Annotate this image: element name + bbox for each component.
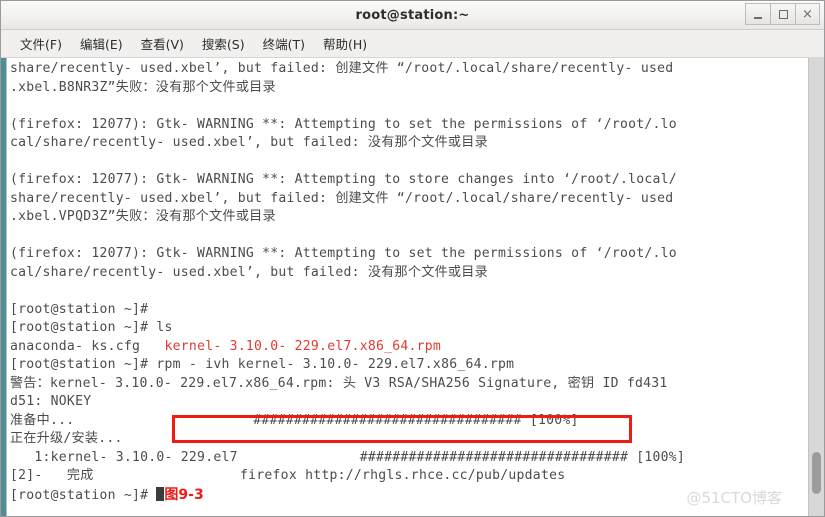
terminal-line: cal/share/recently- used.xbel’, but fail… (10, 135, 488, 150)
terminal-line: cal/share/recently- used.xbel’, but fail… (10, 264, 488, 280)
terminal-scrollbar[interactable] (808, 58, 824, 516)
figure-caption: 图9-3 (164, 486, 204, 503)
terminal-line: 正在升级/安装... (10, 431, 123, 446)
screenshot-root: root@station:~ × 文件(F) 编辑(E) 查看(V) 搜索(S)… (0, 0, 825, 517)
terminal-line: (firefox: 12077): Gtk- WARNING **: Attem… (10, 116, 677, 132)
maximize-icon (778, 9, 788, 19)
watermark: @51CTO博客 (686, 489, 782, 507)
terminal-ls-result-line: anaconda- ks.cfg kernel- 3.10.0- 229.el7… (10, 338, 808, 357)
scrollbar-thumb[interactable] (812, 452, 821, 494)
ls-rpm-entry: kernel- 3.10.0- 229.el7.x86_64.rpm (164, 338, 442, 354)
rpm-install-command: rpm - ivh kernel- 3.10.0- 229.el7.x86_64… (156, 357, 515, 372)
close-button[interactable]: × (795, 3, 820, 25)
terminal-rpm-command-line: [root@station ~]# rpm - ivh kernel- 3.10… (10, 356, 808, 375)
menu-item-edit[interactable]: 编辑(E) (71, 32, 132, 55)
window-titlebar[interactable]: root@station:~ × (1, 1, 824, 30)
terminal-line: share/recently- used.xbel’, but failed: … (10, 190, 674, 206)
menu-item-search[interactable]: 搜索(S) (193, 32, 254, 55)
menu-item-file[interactable]: 文件(F) (11, 32, 71, 55)
terminal-area: share/recently- used.xbel’, but failed: … (1, 58, 824, 516)
menu-item-view[interactable]: 查看(V) (132, 32, 193, 55)
terminal-window: root@station:~ × 文件(F) 编辑(E) 查看(V) 搜索(S)… (0, 0, 825, 517)
terminal-prompt-line: [root@station ~]# (10, 301, 149, 317)
window-controls: × (745, 3, 820, 25)
menubar: 文件(F) 编辑(E) 查看(V) 搜索(S) 终端(T) 帮助(H) (1, 30, 824, 58)
terminal-line: (firefox: 12077): Gtk- WARNING **: Attem… (10, 172, 677, 187)
ls-plain-entry: anaconda- ks.cfg (10, 338, 165, 354)
terminal-line: (firefox: 12077): Gtk- WARNING **: Attem… (10, 246, 677, 261)
minimize-button[interactable] (745, 3, 770, 25)
last-prompt: [root@station ~]# (10, 487, 157, 503)
menu-item-help[interactable]: 帮助(H) (314, 32, 376, 55)
terminal-line: 警告：kernel- 3.10.0- 229.el7.x86_64.rpm: 头… (10, 375, 668, 391)
terminal-output[interactable]: share/recently- used.xbel’, but failed: … (7, 58, 808, 516)
minimize-icon (754, 16, 762, 19)
terminal-job-done-line: [2]- 完成 firefox http://rhgls.rhce.cc/pub… (10, 468, 566, 483)
terminal-line: .xbel.VPQD3Z”失败：没有那个文件或目录 (10, 209, 276, 224)
close-icon: × (802, 6, 813, 22)
terminal-progress-prepare: 准备中... #################################… (10, 412, 579, 428)
terminal-line: .xbel.B8NR3Z”失败：没有那个文件或目录 (10, 79, 276, 95)
maximize-button[interactable] (770, 3, 795, 25)
terminal-ls-command-line: [root@station ~]# ls (10, 320, 173, 335)
window-title: root@station:~ (355, 7, 470, 23)
terminal-progress-install: 1:kernel- 3.10.0- 229.el7 ##############… (10, 449, 686, 465)
command-prompt: [root@station ~]# (10, 357, 157, 372)
terminal-line: d51: NOKEY (10, 394, 92, 409)
terminal-line: share/recently- used.xbel’, but failed: … (10, 61, 674, 76)
menu-item-terminal[interactable]: 终端(T) (254, 32, 314, 55)
